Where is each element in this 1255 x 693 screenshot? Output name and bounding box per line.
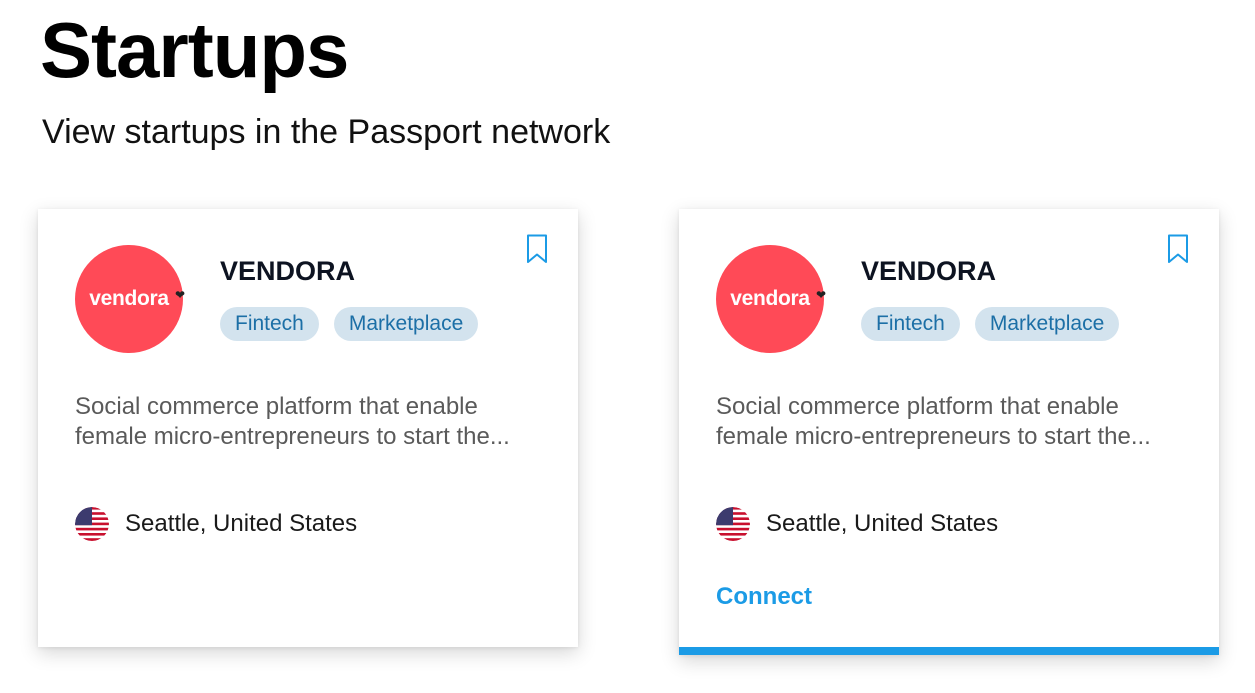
us-flag-icon	[716, 507, 750, 541]
company-name: VENDORA	[220, 256, 356, 286]
page-title: Startups	[40, 6, 349, 94]
connect-button[interactable]: Connect	[716, 583, 812, 611]
location-text: Seattle, United States	[125, 510, 358, 537]
company-location: Seattle, United States	[716, 507, 998, 541]
heart-icon: ❤	[816, 288, 827, 302]
page-subtitle: View startups in the Passport network	[42, 113, 611, 151]
company-description: Social commerce platform that enable fem…	[75, 393, 510, 450]
tag-marketplace[interactable]: Marketplace	[974, 307, 1120, 341]
card-active-indicator	[679, 647, 1219, 655]
tag-list: Fintech Marketplace	[220, 307, 479, 341]
company-logo-text: vendora	[730, 287, 810, 310]
bookmark-icon[interactable]	[1167, 234, 1189, 264]
company-location: Seattle, United States	[75, 507, 357, 541]
startup-card[interactable]: vendora ❤ VENDORA Fintech Marketplace So…	[38, 209, 578, 647]
startups-page: Startups View startups in the Passport n…	[0, 0, 1255, 693]
bookmark-icon[interactable]	[526, 234, 548, 264]
company-logo: vendora ❤	[75, 245, 185, 353]
us-flag-icon	[75, 507, 109, 541]
tag-marketplace[interactable]: Marketplace	[333, 307, 479, 341]
tag-fintech[interactable]: Fintech	[220, 307, 319, 341]
company-logo-text: vendora	[89, 287, 169, 310]
company-name: VENDORA	[861, 256, 997, 286]
company-description: Social commerce platform that enable fem…	[716, 393, 1151, 450]
startup-card-active[interactable]: vendora ❤ VENDORA Fintech Marketplace So…	[679, 209, 1219, 655]
tag-fintech[interactable]: Fintech	[861, 307, 960, 341]
company-logo: vendora ❤	[716, 245, 826, 353]
location-text: Seattle, United States	[766, 510, 999, 537]
heart-icon: ❤	[175, 288, 186, 302]
tag-list: Fintech Marketplace	[861, 307, 1120, 341]
